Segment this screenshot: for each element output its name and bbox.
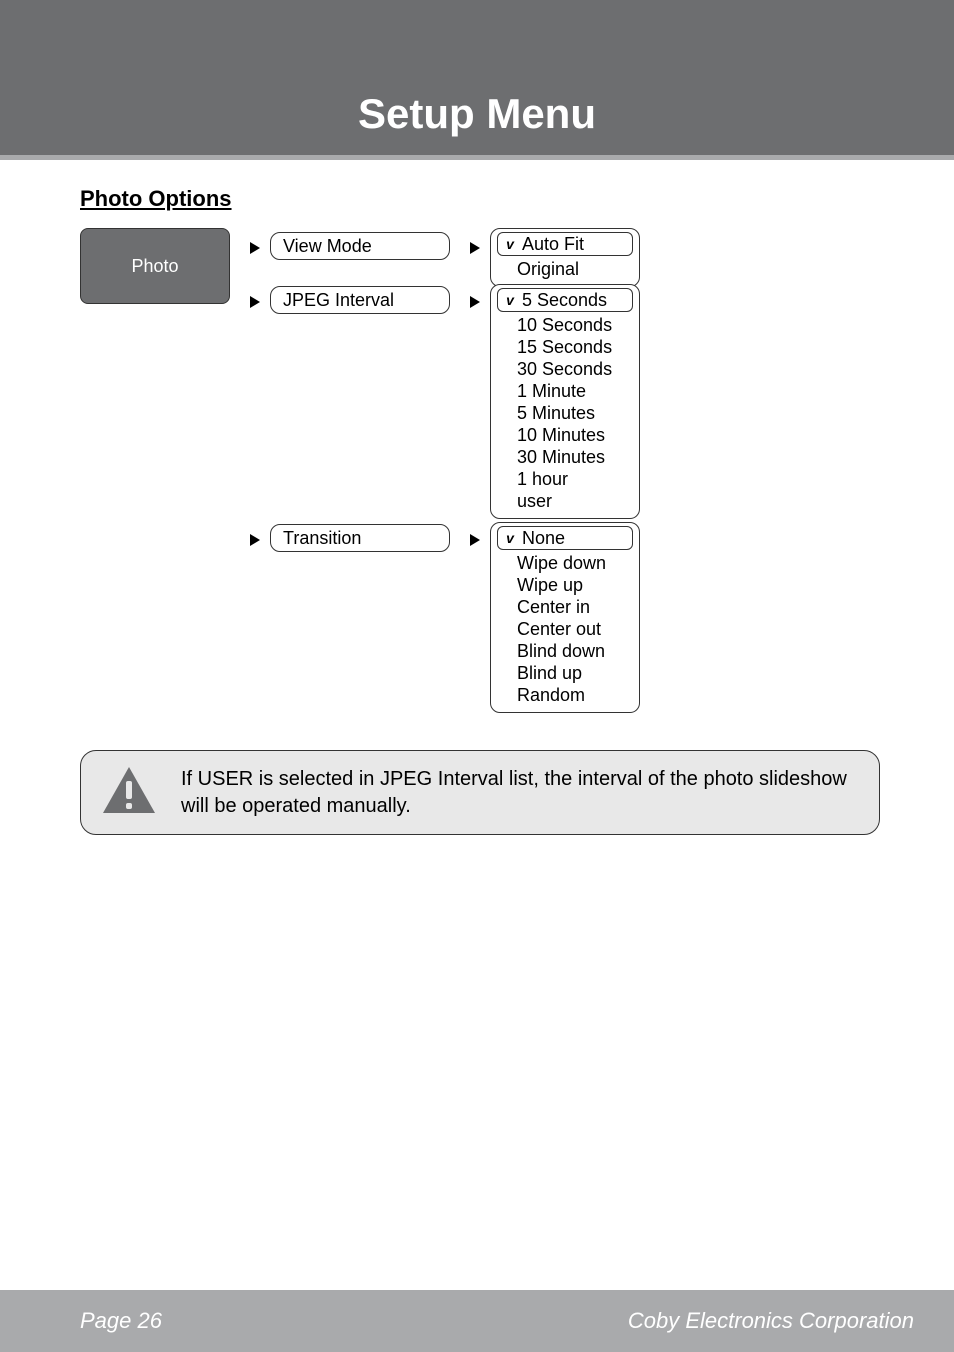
option-label: 10 Seconds: [497, 314, 612, 336]
options-view-mode: vAuto FitOriginal: [490, 228, 640, 287]
footer-bar: Page 26 Coby Electronics Corporation: [0, 1290, 954, 1352]
option-label: Blind down: [497, 640, 605, 662]
option-item: Wipe down: [497, 552, 633, 574]
option-label: 30 Minutes: [497, 446, 605, 468]
section-title: Photo Options: [80, 186, 880, 212]
header-underline: [0, 155, 954, 160]
option-label: Random: [497, 684, 585, 706]
option-item: Center in: [497, 596, 633, 618]
option-label: 1 hour: [497, 468, 568, 490]
option-item: 5 Minutes: [497, 402, 633, 424]
menu-diagram: Photo View Mode vAuto FitOriginal JPEG I…: [80, 228, 670, 728]
arrow-right-icon: [250, 242, 260, 254]
option-item: Blind up: [497, 662, 633, 684]
options-transition: vNoneWipe downWipe upCenter inCenter out…: [490, 522, 640, 713]
option-label: user: [497, 490, 552, 512]
warning-icon: [101, 765, 157, 820]
option-label: 10 Minutes: [497, 424, 605, 446]
option-item: Blind down: [497, 640, 633, 662]
page-title: Setup Menu: [0, 90, 954, 138]
option-item: 10 Seconds: [497, 314, 633, 336]
footer-page: Page 26: [80, 1308, 162, 1334]
option-item: vAuto Fit: [497, 232, 633, 256]
option-label: Center in: [497, 596, 590, 618]
arrow-right-icon: [470, 242, 480, 254]
option-item: 1 Minute: [497, 380, 633, 402]
root-photo-box: Photo: [80, 228, 230, 304]
option-label: 1 Minute: [497, 380, 586, 402]
option-item: v5 Seconds: [497, 288, 633, 312]
option-label: Wipe down: [497, 552, 606, 574]
page: Setup Menu Photo Options Photo View Mode…: [0, 0, 954, 1352]
option-item: 10 Minutes: [497, 424, 633, 446]
option-label: Blind up: [497, 662, 582, 684]
option-label: Auto Fit: [518, 233, 584, 255]
option-item: Wipe up: [497, 574, 633, 596]
arrow-right-icon: [250, 534, 260, 546]
menu-transition: Transition: [270, 524, 450, 552]
note-box: If USER is selected in JPEG Interval lis…: [80, 750, 880, 835]
option-item: 30 Seconds: [497, 358, 633, 380]
option-label: 5 Minutes: [497, 402, 595, 424]
option-label: Center out: [497, 618, 601, 640]
arrow-right-icon: [250, 296, 260, 308]
option-item: 1 hour: [497, 468, 633, 490]
option-item: Random: [497, 684, 633, 706]
option-item: vNone: [497, 526, 633, 550]
menu-view-mode: View Mode: [270, 232, 450, 260]
check-icon: v: [502, 289, 518, 311]
option-label: Original: [497, 258, 579, 280]
menu-view-mode-label: View Mode: [283, 236, 372, 257]
option-item: 30 Minutes: [497, 446, 633, 468]
check-icon: v: [502, 233, 518, 255]
option-item: 15 Seconds: [497, 336, 633, 358]
arrow-right-icon: [470, 296, 480, 308]
arrow-right-icon: [470, 534, 480, 546]
menu-jpeg-interval-label: JPEG Interval: [283, 290, 394, 311]
options-jpeg-interval: v5 Seconds10 Seconds15 Seconds30 Seconds…: [490, 284, 640, 519]
footer-company: Coby Electronics Corporation: [628, 1308, 914, 1334]
option-label: None: [518, 527, 565, 549]
option-label: 30 Seconds: [497, 358, 612, 380]
option-item: Center out: [497, 618, 633, 640]
content-area: Photo Options Photo View Mode vAuto FitO…: [80, 186, 880, 728]
menu-jpeg-interval: JPEG Interval: [270, 286, 450, 314]
option-label: Wipe up: [497, 574, 583, 596]
note-text: If USER is selected in JPEG Interval lis…: [181, 766, 859, 820]
root-photo-label: Photo: [131, 256, 178, 277]
option-item: user: [497, 490, 633, 512]
check-icon: v: [502, 527, 518, 549]
option-label: 5 Seconds: [518, 289, 607, 311]
option-item: Original: [497, 258, 633, 280]
option-label: 15 Seconds: [497, 336, 612, 358]
menu-transition-label: Transition: [283, 528, 361, 549]
